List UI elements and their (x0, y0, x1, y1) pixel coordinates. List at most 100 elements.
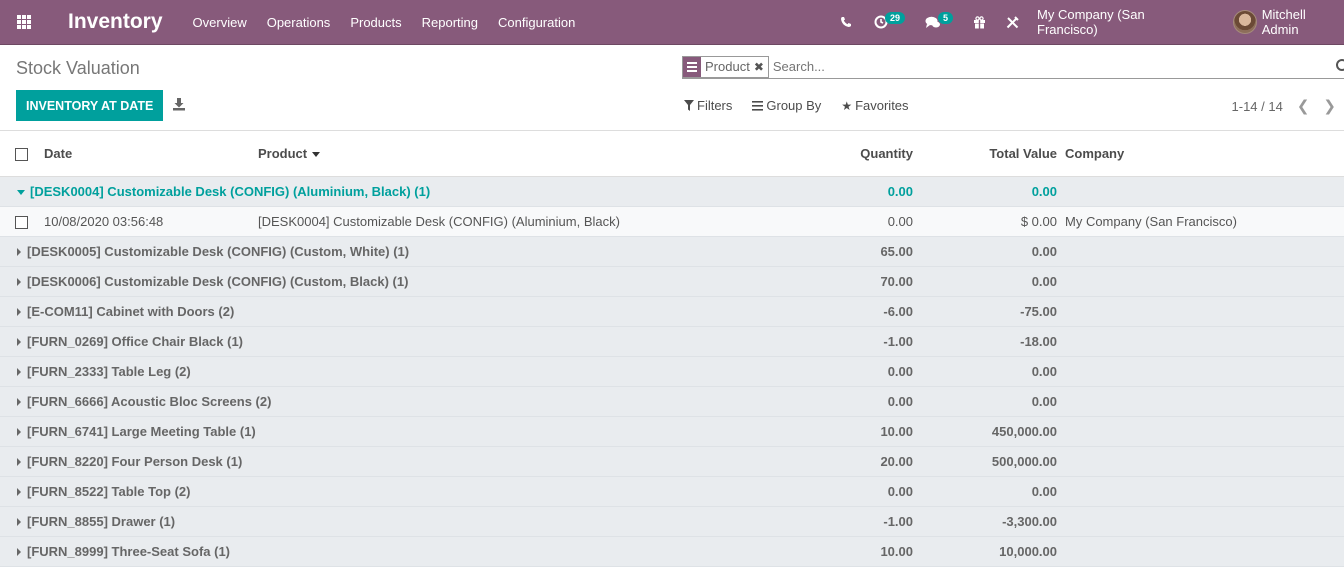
facet-value: Product (705, 59, 750, 74)
page-title: Stock Valuation (16, 58, 140, 78)
pager-value[interactable]: 1-14 / 14 (1232, 99, 1283, 114)
column-date[interactable]: Date (44, 131, 258, 176)
group-by-button[interactable]: Group By (752, 98, 821, 113)
group-quantity: 0.00 (887, 183, 913, 199)
group-quantity: -6.00 (883, 303, 913, 319)
group-total-value: 450,000.00 (991, 423, 1057, 439)
group-label: [E-COM11] Cabinet with Doors (2) (27, 303, 235, 319)
group-by-label: Group By (766, 98, 822, 113)
group-label: [FURN_2333] Table Leg (2) (27, 363, 191, 379)
menu-overview[interactable]: Overview (193, 15, 247, 30)
apps-menu-icon[interactable] (17, 15, 33, 29)
control-panel: Stock Valuation INVENTORY AT DATE Produc… (0, 45, 1344, 131)
company-switcher[interactable]: My Company (San Francisco) (1037, 7, 1206, 37)
group-row[interactable]: [FURN_2333] Table Leg (2) 0.00 0.00 (0, 356, 1344, 386)
group-quantity: -1.00 (883, 333, 913, 349)
column-company[interactable]: Company (1065, 131, 1344, 176)
cell-quantity: 0.00 (887, 213, 913, 229)
group-quantity: 10.00 (880, 543, 913, 559)
column-product[interactable]: Product (258, 131, 678, 176)
group-total-value: 0.00 (1031, 183, 1057, 199)
download-icon[interactable] (172, 97, 186, 111)
group-row[interactable]: [FURN_8855] Drawer (1) -1.00 -3,300.00 (0, 506, 1344, 536)
messages-button[interactable]: 5 (925, 12, 954, 29)
group-quantity: 0.00 (887, 393, 913, 409)
group-total-value: 0.00 (1031, 243, 1057, 259)
group-label: [FURN_8999] Three-Seat Sofa (1) (27, 543, 230, 559)
group-label: [FURN_6741] Large Meeting Table (1) (27, 423, 256, 439)
group-total-value: -75.00 (1020, 303, 1057, 319)
group-row[interactable]: [E-COM11] Cabinet with Doors (2) -6.00 -75… (0, 296, 1344, 326)
caret-right-icon (17, 547, 21, 556)
menu-configuration[interactable]: Configuration (498, 15, 575, 30)
group-total-value: 0.00 (1031, 273, 1057, 289)
group-quantity: 0.00 (887, 483, 913, 499)
group-total-value: 0.00 (1031, 393, 1057, 409)
cell-product: [DESK0004] Customizable Desk (CONFIG) (A… (258, 213, 620, 229)
group-row[interactable]: [FURN_8220] Four Person Desk (1) 20.00 500… (0, 446, 1344, 476)
message-count-badge: 5 (938, 12, 954, 24)
group-total-value: 500,000.00 (991, 453, 1057, 469)
group-row[interactable]: [FURN_6741] Large Meeting Table (1) 10.00… (0, 416, 1344, 446)
group-total-value: -3,300.00 (1002, 513, 1057, 529)
favorites-button[interactable]: ★ Favorites (841, 98, 908, 113)
caret-right-icon (17, 457, 21, 466)
caret-right-icon (17, 367, 21, 376)
group-by-icon (683, 56, 701, 77)
group-row[interactable]: [FURN_8522] Table Top (2) 0.00 0.00 (0, 476, 1344, 506)
menu-reporting[interactable]: Reporting (422, 15, 478, 30)
app-name: Inventory (68, 10, 163, 33)
caret-right-icon (17, 337, 21, 346)
caret-right-icon (17, 487, 21, 496)
group-row[interactable]: [FURN_8999] Three-Seat Sofa (1) 10.00 10,0… (0, 536, 1344, 566)
search-input[interactable] (772, 59, 1344, 74)
bars-icon (752, 100, 764, 111)
gift-icon[interactable] (973, 15, 986, 29)
search-icon[interactable] (1336, 59, 1344, 71)
caret-right-icon (17, 517, 21, 526)
pager-next-icon[interactable]: ❯ (1323, 97, 1336, 115)
user-menu[interactable]: Mitchell Admin (1233, 7, 1344, 37)
pager-previous-icon[interactable]: ❮ (1297, 97, 1310, 115)
group-label: [DESK0005] Customizable Desk (CONFIG) (C… (27, 243, 410, 259)
cell-company: My Company (San Francisco) (1065, 213, 1237, 229)
group-row[interactable]: [DESK0006] Customizable Desk (CONFIG) (C… (0, 266, 1344, 296)
group-quantity: 0.00 (887, 363, 913, 379)
column-product-label: Product (258, 145, 308, 161)
column-quantity[interactable]: Quantity (678, 131, 913, 176)
group-label: [DESK0004] Customizable Desk (CONFIG) (A… (30, 183, 431, 199)
select-all-checkbox[interactable] (15, 147, 28, 161)
table-row[interactable]: 10/08/2020 03:56:48 [DESK0004] Customiza… (0, 206, 1344, 236)
menu-products[interactable]: Products (350, 15, 401, 30)
remove-facet-icon[interactable]: ✖ (754, 60, 764, 74)
cell-date: 10/08/2020 03:56:48 (44, 213, 164, 229)
group-quantity: -1.00 (883, 513, 913, 529)
inventory-at-date-button[interactable]: INVENTORY AT DATE (16, 90, 164, 121)
row-checkbox[interactable] (15, 215, 28, 229)
group-label: [FURN_8522] Table Top (2) (27, 483, 191, 499)
group-label: [FURN_8855] Drawer (1) (27, 513, 176, 529)
star-icon: ★ (841, 98, 853, 113)
group-row[interactable]: [FURN_6666] Acoustic Bloc Screens (2) 0.0… (0, 386, 1344, 416)
filters-button[interactable]: Filters (684, 98, 732, 113)
phone-icon[interactable] (840, 16, 852, 28)
table-header-row: Date Product Quantity Total Value Compan… (0, 131, 1344, 176)
caret-right-icon (17, 397, 21, 406)
group-row[interactable]: [DESK0005] Customizable Desk (CONFIG) (C… (0, 236, 1344, 266)
search-bar: Product ✖ (682, 55, 1344, 79)
debug-tools-icon[interactable] (1006, 15, 1019, 29)
group-quantity: 70.00 (880, 273, 913, 289)
group-quantity: 20.00 (880, 453, 913, 469)
menu-operations[interactable]: Operations (267, 15, 331, 30)
filters-label: Filters (697, 98, 733, 113)
activity-button[interactable]: 29 (874, 12, 906, 29)
group-label: [DESK0006] Customizable Desk (CONFIG) (C… (27, 273, 409, 289)
group-quantity: 65.00 (880, 243, 913, 259)
pager: 1-14 / 14 ❮ ❯ (1232, 97, 1336, 115)
column-total-value[interactable]: Total Value (913, 131, 1065, 176)
group-row[interactable]: [FURN_0269] Office Chair Black (1) -1.00 -… (0, 326, 1344, 356)
group-label: [FURN_8220] Four Person Desk (1) (27, 453, 243, 469)
caret-down-icon (17, 189, 25, 195)
user-name: Mitchell Admin (1261, 7, 1306, 37)
group-row-open[interactable]: [DESK0004] Customizable Desk (CONFIG) (A… (0, 176, 1344, 206)
